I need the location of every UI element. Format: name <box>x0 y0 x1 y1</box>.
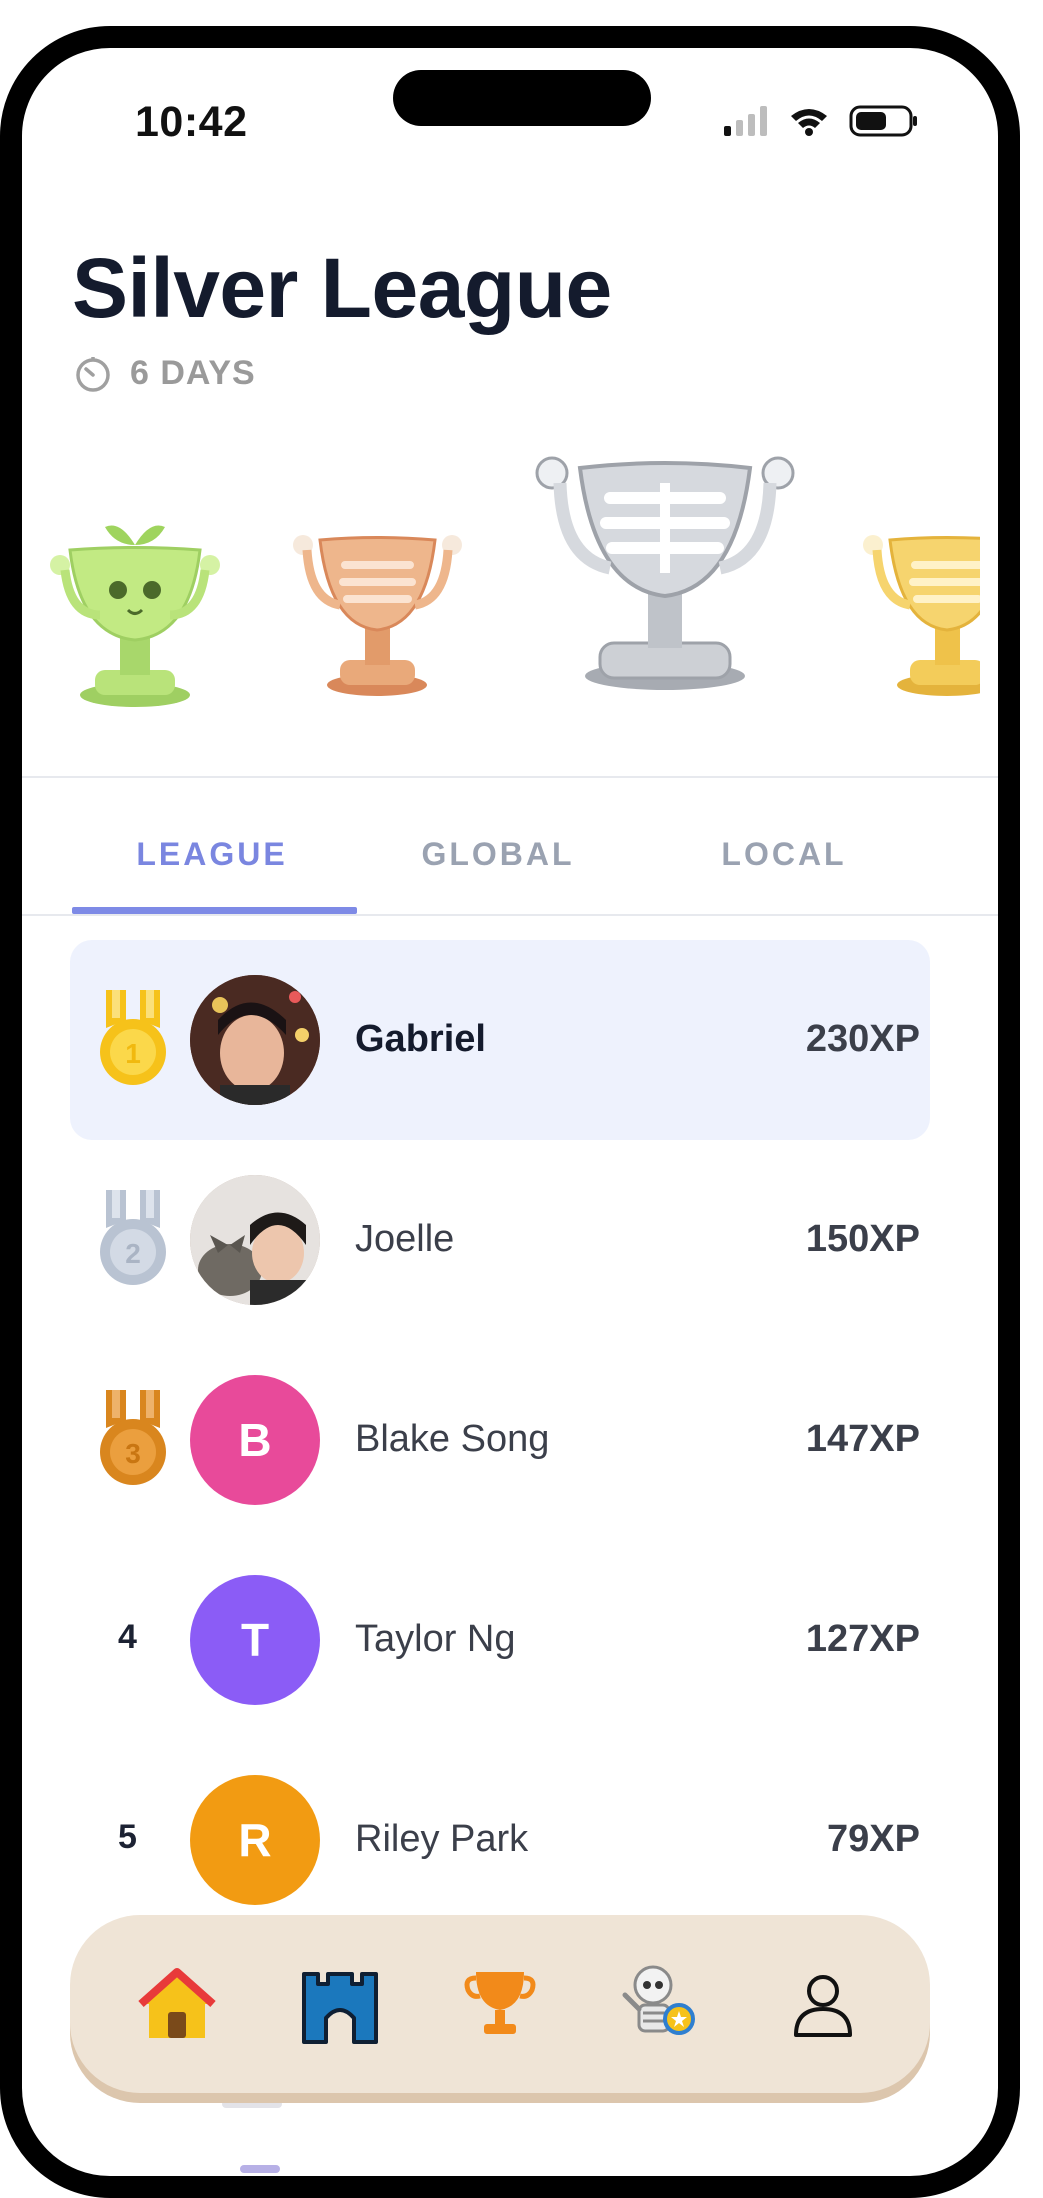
player-xp: 147XP <box>805 1418 920 1460</box>
bronze-trophy <box>293 535 462 696</box>
gold-trophy <box>863 535 980 696</box>
nav-achievements[interactable] <box>615 1959 705 2049</box>
bottom-nav <box>70 1915 930 2093</box>
player-name: Joelle <box>355 1218 455 1260</box>
tab-global[interactable]: GLOBAL <box>358 836 638 873</box>
player-xp: 127XP <box>805 1618 920 1660</box>
tab-local[interactable]: LOCAL <box>644 836 924 873</box>
avatar-photo <box>190 1175 320 1305</box>
bronze-medal-icon: 3 <box>100 1390 166 1485</box>
player-name: Taylor Ng <box>355 1618 516 1660</box>
countdown: 6 DAYS <box>74 354 256 393</box>
rank-number: 3 <box>125 1438 141 1469</box>
avatar[interactable] <box>190 1175 320 1305</box>
sprout-trophy <box>50 525 220 707</box>
silver-trophy <box>535 456 795 690</box>
list-overflow-hint <box>240 2165 280 2173</box>
rank-number: 4 <box>118 1618 137 1656</box>
avatar[interactable]: R <box>190 1775 320 1905</box>
leaderboard-row[interactable]: 5 R Riley Park 79XP <box>70 1740 930 1940</box>
player-xp: 150XP <box>805 1218 920 1260</box>
player-xp: 230XP <box>805 1018 920 1060</box>
status-icons <box>724 104 919 138</box>
tab-league[interactable]: LEAGUE <box>72 836 352 873</box>
rank-number: 2 <box>125 1238 141 1269</box>
nav-castle[interactable] <box>295 1959 385 2049</box>
player-xp: 79XP <box>827 1818 920 1860</box>
leaderboard-row[interactable]: 2 Joelle 150XP <box>70 1140 930 1340</box>
avatar[interactable]: B <box>190 1375 320 1505</box>
divider <box>22 776 998 778</box>
tab-indicator <box>72 907 357 914</box>
leaderboard-row[interactable]: 3 B Blake Song 147XP <box>70 1340 930 1540</box>
player-name: Riley Park <box>355 1818 529 1860</box>
nav-trophy[interactable] <box>455 1959 545 2049</box>
silver-medal-icon: 2 <box>100 1190 166 1285</box>
trophy-icon <box>464 1972 536 2034</box>
dynamic-island <box>393 70 651 126</box>
rank-number: 5 <box>118 1818 137 1856</box>
home-icon <box>138 1968 216 2038</box>
profile-icon <box>794 1975 852 2037</box>
avatar[interactable] <box>190 975 320 1105</box>
leaderboard-row[interactable]: 4 T Taylor Ng 127XP <box>70 1540 930 1740</box>
leaderboard-row[interactable]: 1 Gabriel 230XP <box>70 940 930 1140</box>
wifi-icon <box>791 109 827 136</box>
player-name: Blake Song <box>355 1418 550 1460</box>
castle-icon <box>302 1972 378 2044</box>
rank-number: 1 <box>125 1038 141 1069</box>
nav-profile[interactable] <box>778 1959 868 2049</box>
divider <box>22 914 998 916</box>
list-overflow-hint <box>222 2100 282 2108</box>
skeleton-badge-icon <box>622 1965 695 2035</box>
battery-icon <box>849 105 917 137</box>
avatar[interactable]: T <box>190 1575 320 1705</box>
timer-icon <box>76 356 110 392</box>
cellular-signal-icon <box>724 106 767 136</box>
gold-medal-icon: 1 <box>100 990 166 1085</box>
countdown-label: 6 DAYS <box>130 354 256 392</box>
nav-home[interactable] <box>132 1959 222 2049</box>
player-name: Gabriel <box>355 1018 486 1060</box>
page-title: Silver League <box>72 241 612 335</box>
avatar-photo <box>190 975 320 1105</box>
status-time: 10:42 <box>135 98 248 146</box>
